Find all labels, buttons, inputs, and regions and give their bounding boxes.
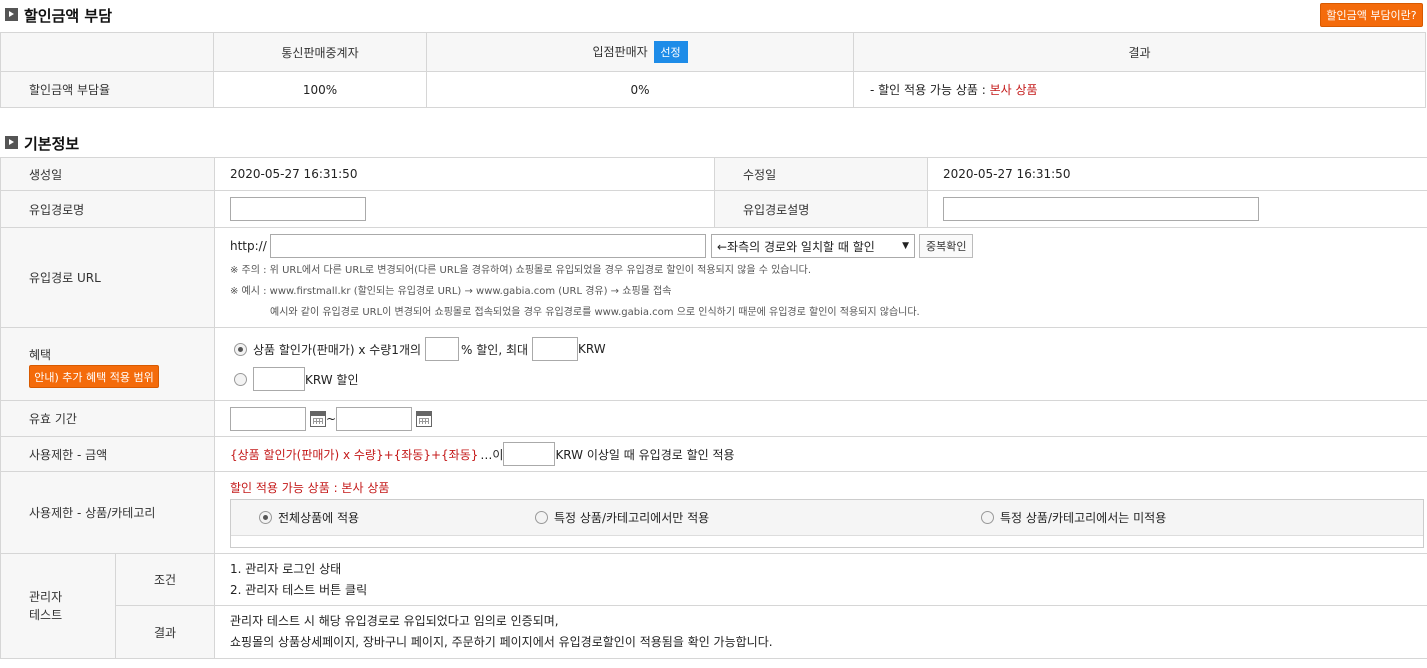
route-name-cell	[214, 190, 715, 228]
url-match-selected: ←좌측의 경로와 일치할 때 할인	[717, 239, 875, 254]
discount-rate-label: 할인금액 부담율	[0, 71, 214, 108]
calendar-icon[interactable]	[310, 410, 326, 427]
seller-select-button[interactable]: 선정	[653, 41, 688, 63]
limit-cat-label: 사용제한 - 상품/카테고리	[0, 471, 215, 554]
discount-section-header: 할인금액 부담 할인금액 부담이란?	[0, 0, 1427, 30]
admin-test-label-line2: 테스트	[29, 608, 63, 622]
cond-line-1: 1. 관리자 로그인 상태	[230, 561, 342, 576]
created-value: 2020-05-27 16:31:50	[214, 157, 715, 191]
discount-section-title: 할인금액 부담	[24, 7, 113, 25]
cond-cell: 1. 관리자 로그인 상태 2. 관리자 테스트 버튼 클릭	[214, 553, 1427, 606]
admin-test-label-line1: 관리자	[29, 590, 63, 604]
cond-label: 조건	[115, 553, 215, 606]
period-cell: ~	[214, 400, 1427, 437]
limit-cat-except-radio[interactable]	[981, 511, 994, 524]
calendar-icon[interactable]	[416, 410, 433, 427]
benefit-fixed-radio[interactable]	[234, 372, 247, 386]
limit-cat-box: 전체상품에 적용 특정 상품/카테고리에서만 적용 특정 상품/카테고리에서는 …	[230, 499, 1424, 548]
limit-cat-only-radio[interactable]	[535, 511, 548, 524]
limit-cat-except-text: 특정 상품/카테고리에서는 미적용	[1000, 511, 1167, 525]
benefit-label: 혜택	[29, 348, 52, 362]
route-url-cell: http:// ←좌측의 경로와 일치할 때 할인 ▼ 중복확인 ※ 주의 : …	[214, 227, 1427, 328]
url-match-select[interactable]: ←좌측의 경로와 일치할 때 할인 ▼	[711, 234, 915, 258]
url-prefix: http://	[230, 239, 267, 253]
period-separator: ~	[326, 411, 337, 426]
discount-result-cell: - 할인 적용 가능 상품 : 본사 상품	[853, 71, 1426, 108]
discount-header-empty	[0, 32, 214, 72]
benefit-cell: 상품 할인가(판매가) x 수량1개의 % 할인, 최대 KRW KRW 할인	[214, 327, 1427, 401]
modified-value: 2020-05-27 16:31:50	[927, 157, 1427, 191]
cond-line-2: 2. 관리자 테스트 버튼 클릭	[230, 582, 368, 597]
limit-cat-only-text: 특정 상품/카테고리에서만 적용	[554, 511, 710, 525]
benefit-guide-button[interactable]: 안내) 추가 혜택 적용 범위	[29, 365, 159, 388]
basic-section-header: 기본정보	[0, 128, 1427, 158]
limit-amount-label: 사용제한 - 금액	[0, 436, 215, 472]
route-desc-input[interactable]	[943, 197, 1259, 221]
limit-amount-cell: {상품 할인가(판매가) x 수량}+{좌동}+{좌동} …이 KRW 이상일 …	[214, 436, 1427, 472]
discount-result-value: 본사 상품	[989, 83, 1038, 97]
benefit-opt1-text-b: % 할인, 최대	[461, 342, 529, 357]
discount-rate-intermediary: 100%	[213, 71, 427, 108]
result-line-2: 쇼핑몰의 상품상세페이지, 장바구니 페이지, 주문하기 페이지에서 유입경로할…	[230, 635, 773, 649]
limit-amount-mid: …이	[480, 447, 504, 462]
section-arrow-icon	[5, 136, 18, 149]
route-url-note-1: ※ 주의 : 위 URL에서 다른 URL로 변경되어(다른 URL을 경유하여…	[230, 265, 812, 276]
route-desc-cell	[927, 190, 1427, 228]
limit-cat-option-all[interactable]: 전체상품에 적용	[231, 509, 507, 526]
seller-header-label: 입점판매자	[592, 45, 648, 59]
discount-result-prefix: - 할인 적용 가능 상품 :	[870, 83, 990, 97]
benefit-percent-input[interactable]	[425, 337, 460, 361]
route-url-input[interactable]	[270, 234, 706, 258]
discount-table: 통신판매중계자 입점판매자 선정 결과 할인금액 부담율 100% 0% - 할…	[0, 32, 1426, 108]
benefit-percent-radio[interactable]	[234, 342, 247, 356]
dup-check-button[interactable]: 중복확인	[919, 234, 974, 258]
route-name-label: 유입경로명	[0, 190, 215, 228]
benefit-label-cell: 혜택 안내) 추가 혜택 적용 범위	[0, 327, 215, 401]
route-url-label: 유입경로 URL	[0, 227, 215, 328]
limit-cat-cell: 할인 적용 가능 상품 : 본사 상품 전체상품에 적용 특정 상품/카테고리에…	[214, 471, 1427, 554]
period-start-input[interactable]	[230, 406, 306, 431]
discount-header-result: 결과	[853, 32, 1426, 72]
discount-header-seller: 입점판매자 선정	[426, 32, 854, 72]
limit-cat-option-except[interactable]: 특정 상품/카테고리에서는 미적용	[953, 509, 1166, 526]
benefit-opt1-text-c: KRW	[578, 342, 606, 356]
period-label: 유효 기간	[0, 400, 215, 437]
limit-cat-option-only[interactable]: 특정 상품/카테고리에서만 적용	[507, 509, 953, 526]
discount-rate-seller: 0%	[426, 71, 854, 108]
route-url-note-2: ※ 예시 : www.firstmall.kr (할인되는 유입경로 URL) …	[230, 286, 672, 297]
benefit-max-input[interactable]	[532, 337, 579, 361]
chevron-down-icon: ▼	[902, 241, 909, 251]
created-label: 생성일	[0, 157, 215, 191]
limit-amount-formula: {상품 할인가(판매가) x 수량}+{좌동}+{좌동}	[230, 447, 479, 462]
route-desc-label: 유입경로설명	[714, 190, 928, 228]
admin-test-label: 관리자 테스트	[0, 553, 116, 659]
result-line-1: 관리자 테스트 시 해당 유입경로로 유입되었다고 임의로 인증되며,	[230, 614, 559, 628]
result-label: 결과	[115, 605, 215, 659]
limit-cat-all-text: 전체상품에 적용	[278, 511, 360, 525]
discount-header-intermediary: 통신판매중계자	[213, 32, 427, 72]
basic-section-title: 기본정보	[24, 135, 80, 153]
route-url-note-3: 예시와 같이 유입경로 URL이 변경되어 쇼핑몰로 접속되었을 경우 유입경로…	[270, 307, 920, 318]
limit-amount-suffix: KRW 이상일 때 유입경로 할인 적용	[555, 447, 735, 462]
limit-amount-input[interactable]	[503, 442, 556, 466]
route-name-input[interactable]	[230, 197, 366, 221]
limit-cat-all-radio[interactable]	[259, 511, 272, 524]
section-arrow-icon	[5, 8, 18, 21]
basic-table: 생성일 2020-05-27 16:31:50 수정일 2020-05-27 1…	[0, 157, 1427, 659]
benefit-opt1-text-a: 상품 할인가(판매가) x 수량1개의	[253, 342, 422, 357]
benefit-fixed-input[interactable]	[253, 367, 305, 391]
limit-cat-notice: 할인 적용 가능 상품 : 본사 상품	[230, 481, 390, 495]
discount-help-button[interactable]: 할인금액 부담이란?	[1320, 3, 1423, 27]
modified-label: 수정일	[714, 157, 928, 191]
benefit-opt2-text: KRW 할인	[305, 372, 359, 387]
period-end-input[interactable]	[336, 406, 413, 431]
result-cell: 관리자 테스트 시 해당 유입경로로 유입되었다고 임의로 인증되며, 쇼핑몰의…	[214, 605, 1427, 659]
